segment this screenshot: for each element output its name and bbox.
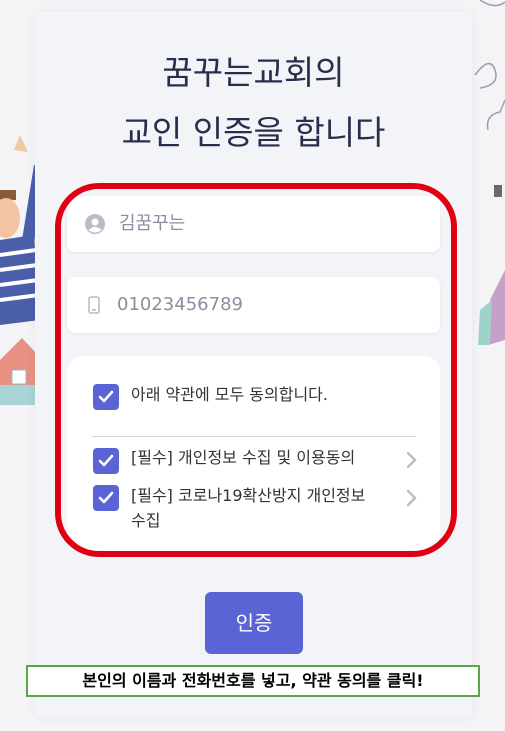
page-title-line2: 교인 인증을 합니다 bbox=[121, 113, 386, 152]
verify-button[interactable]: 인증 bbox=[205, 592, 303, 654]
instruction-caption: 본인의 이름과 전화번호를 넣고, 약관 동의를 클릭! bbox=[26, 665, 480, 697]
page-title-line1: 꿈꾸는교회의 bbox=[162, 53, 345, 92]
decoration-right bbox=[474, 0, 505, 131]
highlight-frame bbox=[55, 183, 457, 557]
